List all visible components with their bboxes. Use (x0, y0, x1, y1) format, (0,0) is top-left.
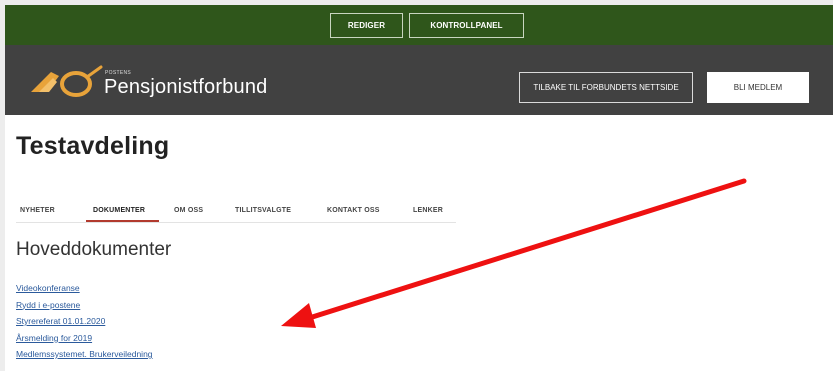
tab-links[interactable]: LENKER (413, 207, 443, 214)
page-title: Testavdeling (16, 132, 170, 160)
document-link[interactable]: Rydd i e-postene (16, 297, 153, 314)
section-tabs: NYHETER DOKUMENTER OM OSS TILLITSVALGTE … (16, 199, 456, 223)
document-link[interactable]: Årsmelding for 2019 (16, 330, 153, 347)
control-panel-button[interactable]: KONTROLLPANEL (409, 13, 524, 38)
tab-about[interactable]: OM OSS (174, 207, 203, 214)
tab-contact[interactable]: KONTAKT OSS (327, 207, 380, 214)
back-to-federation-button[interactable]: TILBAKE TIL FORBUNDETS NETTSIDE (519, 72, 693, 103)
active-tab-indicator (86, 220, 159, 222)
post-horn-logo-icon[interactable] (29, 62, 109, 100)
logo-wordmark: Pensjonistforbund (104, 76, 268, 98)
document-link[interactable]: Styrereferat 01.01.2020 (16, 313, 153, 330)
admin-bar: REDIGER KONTROLLPANEL (5, 5, 833, 45)
section-title: Hoveddokumenter (16, 239, 172, 260)
web-page: REDIGER KONTROLLPANEL POSTENS Pensjonist… (5, 5, 833, 371)
tab-trustees[interactable]: TILLITSVALGTE (235, 207, 291, 214)
documents-list: Videokonferanse Rydd i e-postene Styrere… (16, 280, 153, 363)
become-member-button[interactable]: BLI MEDLEM (707, 72, 809, 103)
document-link[interactable]: Medlemssystemet. Brukerveiledning (16, 346, 153, 363)
tab-news[interactable]: NYHETER (20, 207, 55, 214)
document-link[interactable]: Videokonferanse (16, 280, 153, 297)
site-header: POSTENS Pensjonistforbund TILBAKE TIL FO… (5, 45, 833, 115)
edit-button[interactable]: REDIGER (330, 13, 403, 38)
tab-documents[interactable]: DOKUMENTER (93, 207, 145, 214)
